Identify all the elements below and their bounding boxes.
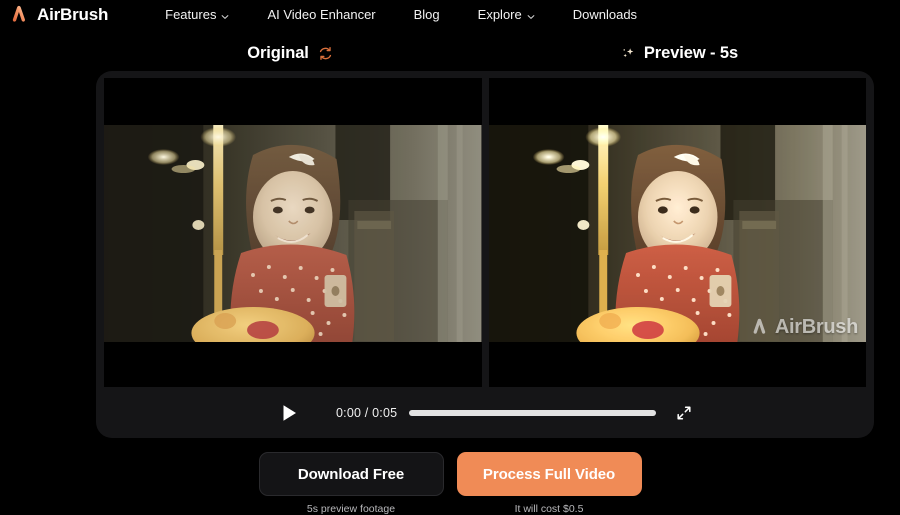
- brand-name: AirBrush: [37, 4, 109, 24]
- nav-item-label: Explore: [477, 6, 522, 22]
- top-navigation-bar: AirBrush Features AI Video Enhancer Blog…: [0, 0, 900, 28]
- nav-item-label: Features: [165, 6, 217, 22]
- brand-logo[interactable]: AirBrush: [8, 3, 108, 25]
- nav-items: Features AI Video Enhancer Blog Explore …: [146, 4, 656, 25]
- time-display: 0:00 / 0:05: [336, 405, 398, 420]
- fullscreen-expand-icon[interactable]: [676, 405, 692, 421]
- chevron-down-icon: [527, 10, 535, 19]
- nav-item-label: AI Video Enhancer: [267, 6, 376, 22]
- nav-item-label: Downloads: [572, 6, 638, 22]
- nav-item-downloads[interactable]: Downloads: [554, 4, 656, 25]
- nav-item-ai-video-enhancer[interactable]: AI Video Enhancer: [248, 4, 394, 25]
- progress-bar-fill: [409, 409, 656, 416]
- video-comparison-stage: AirBrush: [104, 78, 866, 387]
- play-button[interactable]: [278, 402, 300, 424]
- airbrush-a-logo-icon: [749, 316, 770, 337]
- preview-title: Preview - 5s: [643, 43, 739, 62]
- app-root: AirBrush Features AI Video Enhancer Blog…: [0, 0, 900, 515]
- process-caption: It will cost $0.5: [514, 503, 584, 515]
- original-video-frame: [104, 125, 482, 342]
- download-free-button[interactable]: Download Free: [258, 452, 444, 496]
- nav-item-blog[interactable]: Blog: [395, 4, 459, 25]
- original-title-group: Original: [96, 41, 485, 65]
- video-player-card: AirBrush 0:00 / 0:05: [96, 71, 874, 438]
- process-action-group: Process Full Video It will cost $0.5: [456, 452, 642, 515]
- process-full-video-button[interactable]: Process Full Video: [456, 452, 642, 496]
- preview-video-pane[interactable]: AirBrush: [488, 78, 866, 387]
- letterbox-top: [104, 78, 482, 125]
- progress-bar[interactable]: [409, 409, 656, 416]
- preview-title-group: Preview - 5s: [485, 41, 874, 65]
- sparkles-icon: [621, 46, 636, 61]
- download-caption: 5s preview footage: [306, 503, 396, 515]
- swap-refresh-icon[interactable]: [317, 45, 334, 62]
- original-title: Original: [247, 43, 309, 62]
- original-video-pane[interactable]: [104, 78, 482, 387]
- letterbox-bottom: [488, 342, 866, 387]
- player-controls: 0:00 / 0:05: [96, 387, 874, 438]
- nav-item-explore[interactable]: Explore: [459, 4, 554, 25]
- chevron-down-icon: [221, 10, 229, 19]
- airbrush-watermark: AirBrush: [749, 316, 858, 337]
- action-buttons: Download Free 5s preview footage Process…: [0, 452, 900, 515]
- download-action-group: Download Free 5s preview footage: [258, 452, 444, 515]
- letterbox-top: [488, 78, 866, 125]
- watermark-text: AirBrush: [774, 315, 858, 338]
- letterbox-bottom: [104, 342, 482, 387]
- comparison-titles: Original Preview - 5s: [96, 41, 874, 65]
- preview-video-frame: [488, 125, 866, 342]
- nav-item-features[interactable]: Features: [146, 4, 248, 25]
- airbrush-a-logo-icon: [8, 3, 30, 25]
- nav-item-label: Blog: [413, 6, 440, 22]
